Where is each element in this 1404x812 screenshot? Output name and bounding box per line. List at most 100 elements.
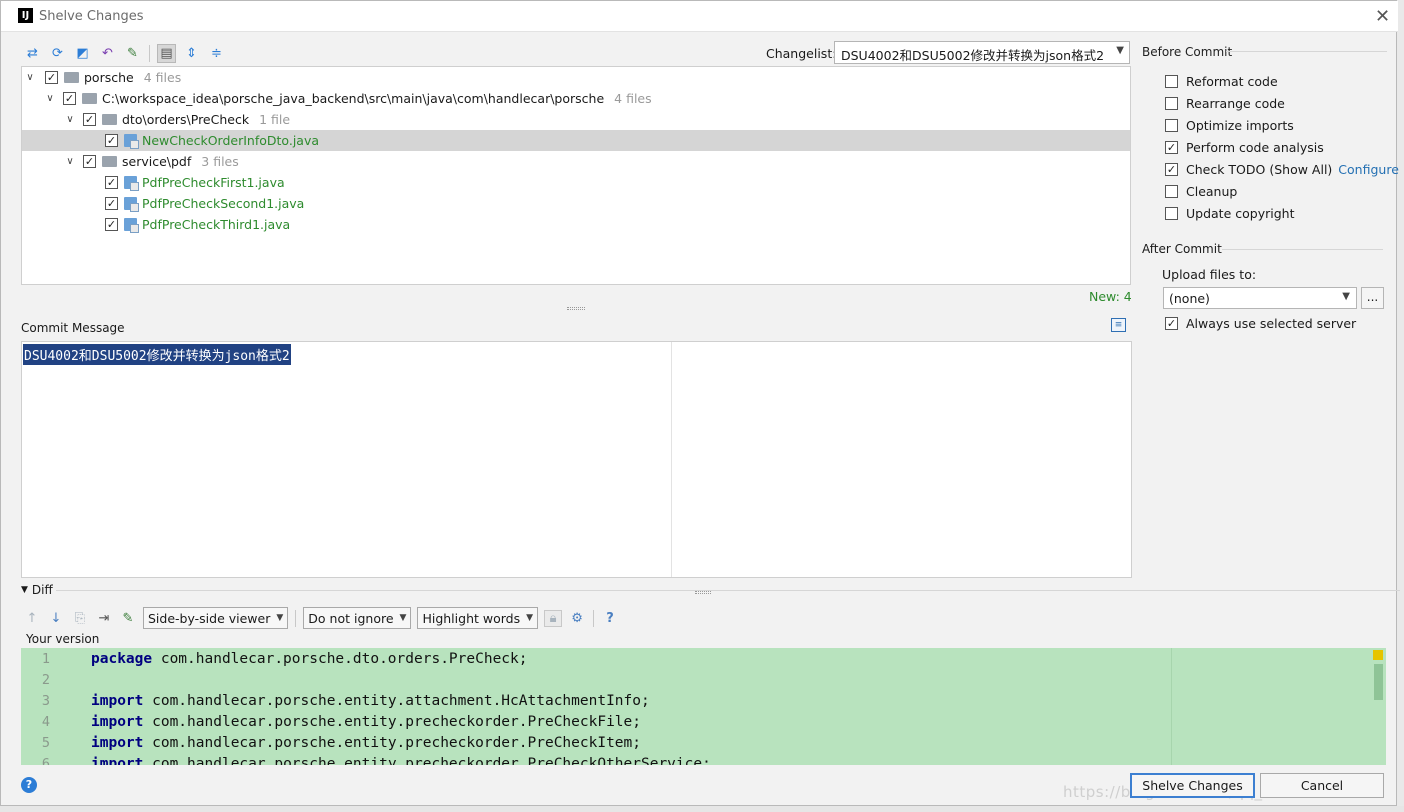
option-code-analysis[interactable]: ✓ Perform code analysis [1165, 140, 1324, 155]
ignore-value: Do not ignore [308, 610, 394, 626]
option-rearrange-code[interactable]: Rearrange code [1165, 96, 1285, 111]
keyword: import [91, 734, 144, 751]
revert-icon[interactable]: ↶ [98, 44, 117, 63]
tree-node-count: 4 files [614, 91, 652, 106]
file-checkbox[interactable]: ✓ [105, 197, 118, 210]
root-checkbox[interactable]: ✓ [45, 71, 58, 84]
help-button[interactable]: ? [21, 777, 37, 793]
viewer-mode-select[interactable]: Side-by-side viewer ▼ [143, 607, 289, 629]
before-commit-header: Before Commit [1142, 45, 1387, 59]
keyword: import [91, 692, 144, 709]
optimize-checkbox[interactable] [1165, 119, 1178, 132]
expand-all-icon[interactable]: ⇕ [182, 44, 201, 63]
refresh-icon[interactable]: ⟳ [48, 44, 67, 63]
file-checkbox[interactable]: ✓ [105, 218, 118, 231]
intellij-icon: IJ [18, 8, 33, 23]
option-label: Check TODO (Show All) [1186, 162, 1333, 177]
highlight-value: Highlight words [422, 610, 521, 626]
option-check-todo[interactable]: ✓ Check TODO (Show All) Configure [1165, 162, 1399, 177]
help-icon[interactable]: ? [601, 611, 619, 626]
diff-section-header[interactable]: ▼ Diff [21, 583, 1400, 597]
option-optimize-imports[interactable]: Optimize imports [1165, 118, 1294, 133]
collapse-triangle-icon[interactable]: ▼ [21, 585, 28, 595]
option-reformat-code[interactable]: Reformat code [1165, 74, 1278, 89]
configure-link[interactable]: Configure [1338, 162, 1399, 177]
edit-source-icon[interactable]: ✎ [123, 44, 142, 63]
toolbar-separator [149, 44, 150, 62]
path-checkbox[interactable]: ✓ [63, 92, 76, 105]
scrollbar-thumb[interactable] [1374, 664, 1383, 700]
gear-icon[interactable]: ⚙ [568, 611, 586, 626]
highlight-mode-select[interactable]: Highlight words ▼ [417, 607, 539, 629]
line-number: 3 [41, 692, 51, 709]
diff-icon[interactable]: ◩ [73, 44, 92, 63]
code-text: import com.handlecar.porsche.entity.prec… [91, 714, 641, 730]
option-cleanup[interactable]: Cleanup [1165, 184, 1237, 199]
tree-node-root[interactable]: ∨ ✓ porsche 4 files [22, 67, 1130, 88]
tree-node-file[interactable]: ✓ PdfPreCheckFirst1.java [22, 172, 1130, 193]
tree-node-path[interactable]: ∨ ✓ C:\workspace_idea\porsche_java_backe… [22, 88, 1130, 109]
todo-checkbox[interactable]: ✓ [1165, 163, 1178, 176]
changelist-value: DSU4002和DSU5002修改并转换为json格式2 [841, 48, 1105, 63]
upload-label: Upload files to: [1162, 267, 1257, 282]
shelve-changes-button[interactable]: Shelve Changes [1130, 773, 1255, 798]
module-folder-icon [64, 72, 79, 83]
tree-node-dir[interactable]: ∨ ✓ service\pdf 3 files [22, 151, 1130, 172]
collapse-all-icon[interactable]: ≑ [207, 44, 226, 63]
previous-difference-icon[interactable]: ↑ [23, 611, 41, 626]
splitter-handle[interactable] [695, 591, 711, 594]
line-number: 2 [41, 671, 51, 688]
dir-checkbox[interactable]: ✓ [83, 155, 96, 168]
tree-node-file[interactable]: ✓ PdfPreCheckThird1.java [22, 214, 1130, 235]
next-difference-icon[interactable]: ↓ [47, 611, 65, 626]
code-rest: com.handlecar.porsche.dto.orders.PreChec… [152, 650, 528, 667]
option-update-copyright[interactable]: Update copyright [1165, 206, 1294, 221]
chevron-down-icon[interactable]: ∨ [63, 114, 77, 125]
diff-editor[interactable]: 1 package com.handlecar.porsche.dto.orde… [21, 648, 1386, 765]
edit-source-icon[interactable]: ✎ [119, 611, 137, 626]
analysis-checkbox[interactable]: ✓ [1165, 141, 1178, 154]
line-number: 4 [41, 713, 51, 730]
tree-node-count: 3 files [201, 154, 239, 169]
tree-node-label: PdfPreCheckThird1.java [142, 217, 291, 232]
upload-server-select[interactable]: (none) ▼ [1163, 287, 1357, 309]
commit-message-text[interactable]: DSU4002和DSU5002修改并转换为json格式2 [23, 344, 291, 365]
cleanup-checkbox[interactable] [1165, 185, 1178, 198]
group-by-icon[interactable]: ▤ [157, 43, 176, 63]
always-checkbox[interactable]: ✓ [1165, 317, 1178, 330]
ignore-whitespace-select[interactable]: Do not ignore ▼ [303, 607, 412, 629]
keyword: import [91, 755, 144, 766]
splitter-handle[interactable] [567, 307, 585, 310]
commit-message-editor[interactable]: DSU4002和DSU5002修改并转换为json格式2 [21, 341, 1132, 578]
file-checkbox[interactable]: ✓ [105, 176, 118, 189]
option-always-use-server[interactable]: ✓ Always use selected server [1165, 316, 1356, 331]
your-version-label: Your version [26, 632, 100, 646]
reformat-checkbox[interactable] [1165, 75, 1178, 88]
jump-to-source-icon[interactable]: ⇥ [95, 611, 113, 626]
rearrange-checkbox[interactable] [1165, 97, 1178, 110]
tree-node-label: dto\orders\PreCheck [122, 112, 250, 127]
commit-history-icon[interactable]: ≡ [1111, 318, 1126, 332]
browse-servers-button[interactable]: ... [1361, 287, 1384, 309]
analysis-status-marker[interactable] [1373, 650, 1383, 660]
chevron-down-icon[interactable]: ∨ [63, 156, 77, 167]
line-number: 6 [41, 755, 51, 766]
tree-node-file[interactable]: ✓ NewCheckOrderInfoDto.java [22, 130, 1130, 151]
changelist-select[interactable]: DSU4002和DSU5002修改并转换为json格式2 ▼ [834, 41, 1130, 64]
tree-node-file[interactable]: ✓ PdfPreCheckSecond1.java [22, 193, 1130, 214]
close-icon[interactable]: ✕ [1375, 6, 1390, 27]
toolbar-separator [593, 609, 595, 627]
code-line: 4 import com.handlecar.porsche.entity.pr… [21, 711, 1371, 732]
tree-node-dir[interactable]: ∨ ✓ dto\orders\PreCheck 1 file [22, 109, 1130, 130]
file-checkbox[interactable]: ✓ [105, 134, 118, 147]
dir-checkbox[interactable]: ✓ [83, 113, 96, 126]
chevron-down-icon[interactable]: ∨ [23, 72, 37, 83]
lock-icon[interactable]: 🔒︎ [544, 609, 563, 627]
chevron-down-icon: ▼ [1342, 291, 1350, 302]
move-changes-icon[interactable]: ⇄ [23, 44, 42, 63]
copyright-checkbox[interactable] [1165, 207, 1178, 220]
chevron-down-icon[interactable]: ∨ [43, 93, 57, 104]
compare-with-icon[interactable]: ⎘ [71, 611, 89, 626]
editor-scrollbar[interactable] [1371, 648, 1386, 765]
cancel-button[interactable]: Cancel [1260, 773, 1384, 798]
